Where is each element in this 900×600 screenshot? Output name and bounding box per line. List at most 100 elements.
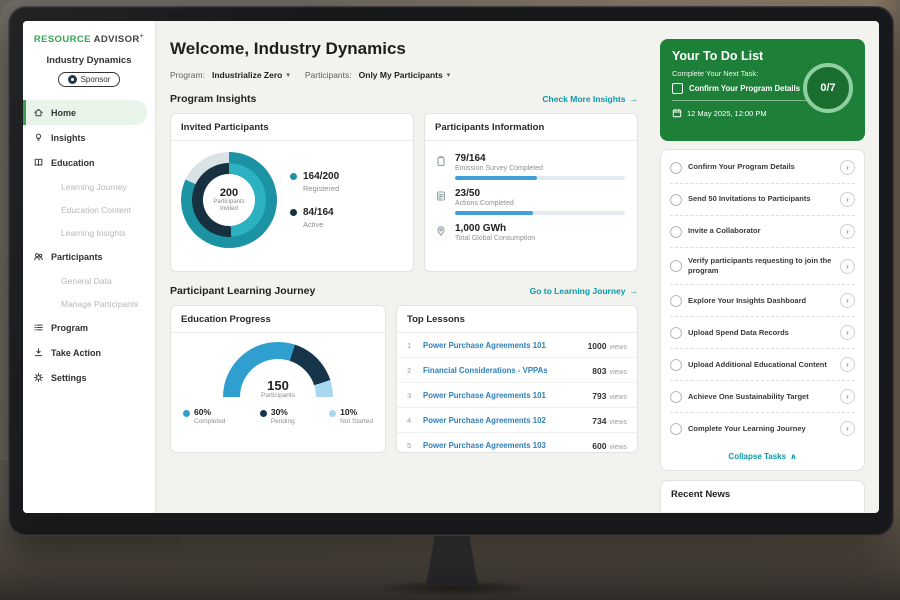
sidebar-item-manage-participants[interactable]: Manage Participants: [23, 292, 155, 315]
todo-due-date: 12 May 2025, 12:00 PM: [687, 109, 767, 118]
chevron-right-icon[interactable]: ›: [840, 224, 855, 239]
lesson-rank: 3: [407, 391, 415, 400]
learning-journey-cards: Education Progress 150 Participants: [170, 305, 638, 453]
chevron-up-icon: ∧: [790, 452, 797, 461]
lesson-link[interactable]: Financial Considerations - VPPAs: [423, 366, 584, 375]
sidebar-nav: Home Insights Education Learning Journey: [23, 100, 155, 390]
sidebar-item-participants[interactable]: Participants: [23, 244, 155, 269]
legend-value: 10%: [340, 408, 373, 417]
education-gauge: 150 Participants: [223, 342, 333, 399]
lightbulb-icon: [33, 132, 44, 143]
checkbox-icon[interactable]: [670, 194, 682, 206]
completed-dot-icon: [183, 410, 190, 417]
sidebar-item-education-content[interactable]: Education Content: [23, 198, 155, 221]
sidebar-item-settings[interactable]: Settings: [23, 365, 155, 390]
registered-dot-icon: [290, 173, 297, 180]
legend-value: 60%: [194, 408, 225, 417]
sidebar-item-insights[interactable]: Insights: [23, 125, 155, 150]
chevron-right-icon[interactable]: ›: [840, 325, 855, 340]
task-row[interactable]: Send 50 Invitations to Participants ›: [670, 184, 855, 216]
task-row[interactable]: Verify participants requesting to join t…: [670, 248, 855, 285]
invited-donut-center: 200 Participants Invited: [203, 174, 255, 226]
lesson-views-suffix: views: [609, 369, 627, 376]
sidebar-item-education[interactable]: Education: [23, 150, 155, 175]
invited-participants-body: 200 Participants Invited 164/200 Registe: [171, 141, 413, 259]
checkbox-icon[interactable]: [670, 423, 682, 435]
program-select[interactable]: Industrialize Zero ▾: [212, 70, 290, 80]
lesson-link[interactable]: Power Purchase Agreements 102: [423, 416, 584, 425]
program-filter-label: Program:: [170, 70, 205, 80]
info-row: 79/164 Emission Survey Completed: [435, 153, 625, 180]
legend-item: 164/200 Registered: [290, 171, 339, 193]
chevron-right-icon[interactable]: ›: [840, 192, 855, 207]
logo-primary: RESOURCE: [34, 34, 91, 45]
card-title: Education Progress: [171, 306, 385, 333]
sidebar-item-home[interactable]: Home: [23, 100, 147, 125]
info-value: 23/50: [455, 188, 625, 199]
card-title: Participants Information: [425, 114, 637, 141]
legend-value: 30%: [271, 408, 295, 417]
sidebar-item-program[interactable]: Program: [23, 315, 155, 340]
legend-label: Registered: [303, 184, 339, 193]
sidebar-item-label: Program: [51, 323, 88, 333]
lesson-row: 4 Power Purchase Agreements 102 734views: [397, 408, 637, 433]
lesson-link[interactable]: Power Purchase Agreements 103: [423, 441, 584, 450]
task-row[interactable]: Invite a Collaborator ›: [670, 216, 855, 248]
home-icon: [33, 107, 44, 118]
info-progress-track: [455, 176, 625, 180]
checkbox-icon[interactable]: [672, 83, 683, 94]
sidebar-item-learning-insights[interactable]: Learning Insights: [23, 221, 155, 244]
task-label: Upload Additional Educational Content: [688, 360, 834, 370]
check-more-insights-link[interactable]: Check More Insights →: [542, 94, 638, 104]
checkbox-icon[interactable]: [670, 295, 682, 307]
checkbox-icon[interactable]: [670, 226, 682, 238]
education-progress-card: Education Progress 150 Participants: [170, 305, 386, 453]
info-label: Total Global Consumption: [455, 235, 625, 242]
not-started-dot-icon: [329, 410, 336, 417]
chevron-right-icon[interactable]: ›: [840, 293, 855, 308]
todo-next-task-label: Confirm Your Program Details: [689, 84, 800, 93]
lesson-link[interactable]: Power Purchase Agreements 101: [423, 341, 580, 350]
chevron-right-icon[interactable]: ›: [840, 259, 855, 274]
task-label: Invite a Collaborator: [688, 226, 834, 236]
calendar-icon: [672, 108, 682, 118]
sidebar-item-learning-journey[interactable]: Learning Journey: [23, 175, 155, 198]
legend-label: Completed: [194, 418, 225, 425]
task-row[interactable]: Upload Spend Data Records ›: [670, 317, 855, 349]
gear-icon: [33, 372, 44, 383]
collapse-tasks-link[interactable]: Collapse Tasks ∧: [670, 444, 855, 468]
sponsor-badge[interactable]: Sponsor: [58, 72, 121, 87]
todo-next-task[interactable]: Confirm Your Program Details: [672, 83, 806, 101]
chevron-right-icon[interactable]: ›: [840, 160, 855, 175]
lesson-views-suffix: views: [609, 394, 627, 401]
task-row[interactable]: Confirm Your Program Details ›: [670, 152, 855, 184]
task-label: Verify participants requesting to join t…: [688, 256, 834, 276]
task-label: Upload Spend Data Records: [688, 328, 834, 338]
chevron-down-icon: ▾: [286, 71, 290, 79]
go-to-learning-journey-link[interactable]: Go to Learning Journey →: [530, 286, 638, 296]
card-title: Top Lessons: [397, 306, 637, 333]
sidebar-item-take-action[interactable]: Take Action: [23, 340, 155, 365]
task-row[interactable]: Complete Your Learning Journey ›: [670, 413, 855, 444]
task-row[interactable]: Achieve One Sustainability Target ›: [670, 381, 855, 413]
task-label: Confirm Your Program Details: [688, 162, 834, 172]
checkbox-icon[interactable]: [670, 260, 682, 272]
chevron-right-icon[interactable]: ›: [840, 357, 855, 372]
lesson-row: 5 Power Purchase Agreements 103 600views: [397, 433, 637, 457]
checkbox-icon[interactable]: [670, 359, 682, 371]
task-row[interactable]: Explore Your Insights Dashboard ›: [670, 285, 855, 317]
chevron-right-icon[interactable]: ›: [840, 389, 855, 404]
legend-value: 164/200: [303, 171, 339, 182]
people-icon: [33, 251, 44, 262]
checkbox-icon[interactable]: [670, 162, 682, 174]
checkbox-icon[interactable]: [670, 391, 682, 403]
checkbox-icon[interactable]: [670, 327, 682, 339]
chevron-right-icon[interactable]: ›: [840, 421, 855, 436]
participants-select[interactable]: Only My Participants ▾: [359, 70, 451, 80]
lesson-views: 1000: [588, 341, 607, 351]
task-row[interactable]: Upload Additional Educational Content ›: [670, 349, 855, 381]
lesson-link[interactable]: Power Purchase Agreements 101: [423, 391, 584, 400]
sidebar-item-general-data[interactable]: General Data: [23, 269, 155, 292]
learning-journey-section-header: Participant Learning Journey Go to Learn…: [170, 285, 638, 297]
top-lessons-card: Top Lessons 1 Power Purchase Agreements …: [396, 305, 638, 453]
